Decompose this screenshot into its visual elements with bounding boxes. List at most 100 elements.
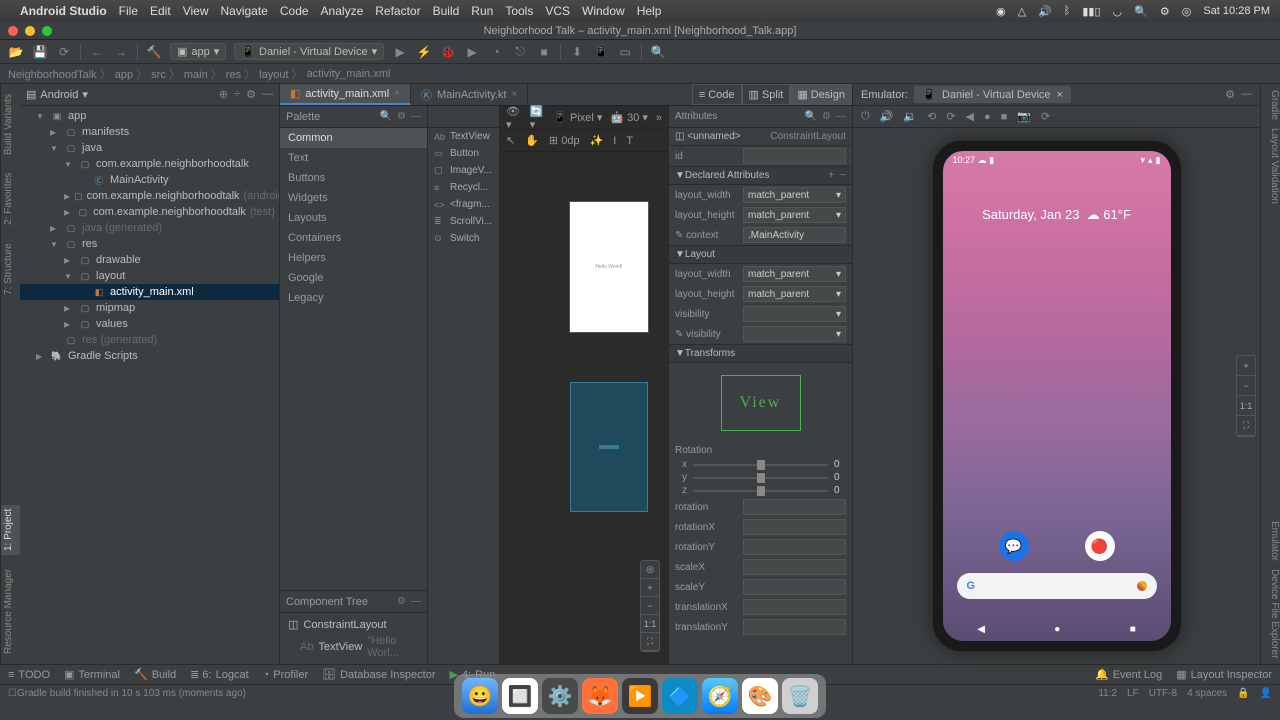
palette-group[interactable]: Helpers bbox=[280, 248, 427, 268]
attr-value[interactable] bbox=[743, 519, 846, 535]
menu-analyze[interactable]: Analyze bbox=[321, 4, 364, 18]
tool-profiler[interactable]: ◔ Profiler bbox=[263, 669, 309, 681]
close-icon[interactable]: × bbox=[1057, 89, 1063, 101]
attr-value[interactable] bbox=[743, 599, 846, 615]
menu-code[interactable]: Code bbox=[280, 4, 309, 18]
firefox-icon[interactable]: 🦊 bbox=[582, 678, 618, 714]
view-mode-design[interactable]: ▦ Design bbox=[790, 84, 852, 105]
zoom-out-icon[interactable]: − bbox=[641, 597, 659, 615]
stop-button[interactable]: ■ bbox=[536, 44, 552, 60]
power-icon[interactable]: ⏻ bbox=[861, 110, 870, 123]
spotlight-icon[interactable]: 🔍 bbox=[1134, 5, 1148, 18]
attr-value[interactable]: ▾ bbox=[743, 306, 846, 322]
gear-icon[interactable]: ⚙ bbox=[397, 596, 406, 607]
rotate-left-icon[interactable]: ⟲ bbox=[927, 110, 936, 123]
vscode-icon[interactable]: 🔷 bbox=[662, 678, 698, 714]
search-icon[interactable]: 🔍 bbox=[805, 111, 817, 122]
collapse-icon[interactable]: ÷ bbox=[234, 88, 240, 101]
attr-value[interactable] bbox=[743, 539, 846, 555]
blueprint-preview[interactable] bbox=[570, 382, 648, 512]
ct-textview[interactable]: AbTextView "Hello Worl... bbox=[280, 633, 427, 661]
rail-project[interactable]: 1: Project bbox=[1, 505, 20, 555]
module-selector[interactable]: ▣ app ▾ bbox=[170, 43, 226, 60]
menu-help[interactable]: Help bbox=[637, 4, 662, 18]
trash-icon[interactable]: 🗑️ bbox=[782, 678, 818, 714]
cursor-icon[interactable]: ↖ bbox=[506, 134, 515, 147]
crumb[interactable]: src bbox=[151, 66, 180, 82]
palette-item[interactable]: ≡Recycl... bbox=[428, 179, 499, 196]
design-preview[interactable]: Hello World! bbox=[570, 202, 648, 332]
back-icon[interactable]: ◀ bbox=[966, 110, 974, 123]
google-search-bar[interactable]: G bbox=[957, 573, 1157, 599]
api-picker[interactable]: 🤖 30 ▾ bbox=[610, 111, 647, 124]
vol-icon[interactable]: 🔊 bbox=[1038, 5, 1052, 18]
crumb[interactable]: NeighborhoodTalk bbox=[8, 66, 111, 82]
attr-value[interactable] bbox=[743, 499, 846, 515]
palette-item[interactable]: ▭Button bbox=[428, 145, 499, 162]
menu-navigate[interactable]: Navigate bbox=[220, 4, 267, 18]
align-icon[interactable]: T bbox=[626, 135, 633, 147]
rail-device-file-explorer[interactable]: Device File Explorer bbox=[1261, 569, 1280, 658]
rec-icon[interactable]: ◉ bbox=[996, 5, 1006, 18]
finder-icon[interactable]: 😀 bbox=[462, 678, 498, 714]
close-tab-icon[interactable]: × bbox=[394, 88, 400, 99]
close-tab-icon[interactable]: × bbox=[511, 89, 517, 100]
hammer-icon[interactable]: 🔨 bbox=[146, 44, 162, 60]
palette-item[interactable]: ≣ScrollVi... bbox=[428, 213, 499, 230]
menu-window[interactable]: Window bbox=[582, 4, 625, 18]
view-mode-code[interactable]: ≡ Code bbox=[692, 84, 742, 105]
zoom-window-button[interactable] bbox=[42, 26, 52, 36]
attr-value[interactable]: .MainActivity bbox=[743, 227, 846, 243]
menu-view[interactable]: View bbox=[183, 4, 209, 18]
nav-home-icon[interactable]: ● bbox=[1054, 624, 1060, 635]
view-mode-split[interactable]: ▥ Split bbox=[742, 84, 791, 105]
palette-item[interactable]: ▢ImageV... bbox=[428, 162, 499, 179]
menu-run[interactable]: Run bbox=[471, 4, 493, 18]
attach-icon[interactable]: ⎋ bbox=[512, 44, 528, 60]
gear-icon[interactable]: ⚙ bbox=[822, 111, 831, 122]
launchpad-icon[interactable]: 🔲 bbox=[502, 678, 538, 714]
rail-resource-manager[interactable]: Resource Manager bbox=[1, 565, 20, 658]
avd-icon[interactable]: 📱 bbox=[593, 44, 609, 60]
search-everywhere-icon[interactable]: 🔍 bbox=[650, 44, 666, 60]
back-icon[interactable]: ← bbox=[89, 44, 105, 60]
hide-icon[interactable]: — bbox=[1241, 88, 1252, 101]
app-icon[interactable]: 🎨 bbox=[742, 678, 778, 714]
tab-mainactivity[interactable]: ⓀMainActivity.kt× bbox=[411, 84, 528, 105]
bt-icon[interactable]: ᛒ bbox=[1064, 5, 1071, 17]
tool-database[interactable]: 🗄 Database Inspector bbox=[322, 668, 435, 681]
clock[interactable]: Sat 10:28 PM bbox=[1203, 5, 1270, 17]
siri-icon[interactable]: ◎ bbox=[1182, 5, 1192, 18]
debug-icon[interactable]: 🐞 bbox=[440, 44, 456, 60]
gear-icon[interactable]: ⚙ bbox=[1225, 88, 1235, 101]
slider-z[interactable] bbox=[693, 490, 828, 492]
device-picker[interactable]: 📱 Pixel ▾ bbox=[553, 111, 602, 124]
palette-group[interactable]: Containers bbox=[280, 228, 427, 248]
guideline-icon[interactable]: I bbox=[613, 135, 616, 147]
palette-group[interactable]: Text bbox=[280, 148, 427, 168]
attr-value[interactable]: match_parent▾ bbox=[743, 266, 846, 282]
sync-icon[interactable]: ⟳ bbox=[56, 44, 72, 60]
overview-icon[interactable]: ■ bbox=[1001, 111, 1008, 123]
nav-back-icon[interactable]: ◀ bbox=[977, 624, 985, 635]
palette-group[interactable]: Google bbox=[280, 268, 427, 288]
hide-icon[interactable]: — bbox=[836, 111, 846, 122]
vol-up-icon[interactable]: 🔊 bbox=[880, 110, 894, 123]
crumb[interactable]: res bbox=[226, 66, 255, 82]
rail-emulator[interactable]: Emulator bbox=[1261, 521, 1280, 561]
attr-value[interactable] bbox=[743, 579, 846, 595]
palette-item[interactable]: <><fragm... bbox=[428, 196, 499, 213]
rail-favorites[interactable]: 2: Favorites bbox=[1, 169, 20, 229]
save-icon[interactable]: 💾 bbox=[32, 44, 48, 60]
attr-value[interactable] bbox=[743, 559, 846, 575]
safari-icon[interactable]: 🧭 bbox=[702, 678, 738, 714]
zoom-fit-icon[interactable]: 1:1 bbox=[1237, 396, 1255, 416]
rail-build-variants[interactable]: Build Variants bbox=[1, 90, 20, 159]
crumb[interactable]: activity_main.xml bbox=[307, 68, 391, 80]
zoom-in-icon[interactable]: + bbox=[641, 579, 659, 597]
design-canvas[interactable]: Hello World! ◎ + − 1:1 ⛶ bbox=[500, 152, 668, 664]
orientation-icon[interactable]: 🔄 ▾ bbox=[530, 105, 546, 131]
slider-y[interactable] bbox=[693, 477, 828, 479]
tool-build[interactable]: 🔨 Build bbox=[134, 668, 176, 681]
zoom-expand-icon[interactable]: ⛶ bbox=[1237, 416, 1255, 436]
